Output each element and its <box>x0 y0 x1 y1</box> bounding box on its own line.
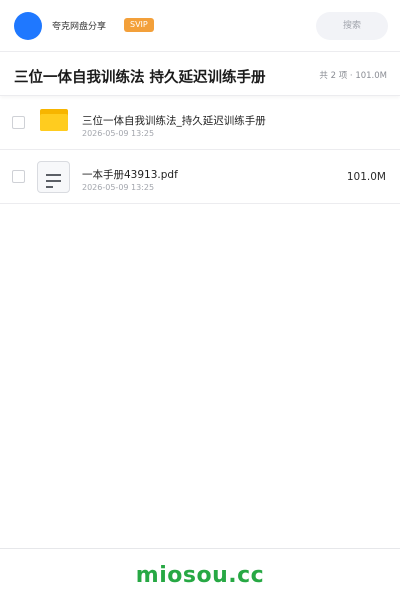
file-size: 101.0M <box>346 171 386 183</box>
top-header: 夸克网盘分享 SVIP 搜索 <box>0 0 400 52</box>
folder-icon <box>40 109 68 131</box>
file-date: 2026-05-09 13:25 <box>82 129 155 138</box>
svip-badge[interactable]: SVIP <box>124 18 154 32</box>
select-checkbox[interactable] <box>12 170 25 183</box>
file-row-folder[interactable]: 三位一体自我训练法_持久延迟训练手册 2026-05-09 13:25 <box>0 96 400 150</box>
file-row-pdf[interactable]: 一本手册43913.pdf 2026-05-09 13:25 101.0M <box>0 150 400 204</box>
file-summary: 共 2 项 · 101.0M <box>319 71 387 81</box>
app-logo-icon[interactable] <box>14 12 42 40</box>
search-input[interactable]: 搜索 <box>316 12 388 40</box>
file-date: 2026-05-09 13:25 <box>82 183 155 192</box>
share-title-bar: 三位一体自我训练法 持久延迟训练手册 共 2 项 · 101.0M <box>0 52 400 96</box>
footer-brand-logo[interactable]: miosou.cc <box>0 563 400 588</box>
document-icon <box>37 161 70 193</box>
file-name[interactable]: 一本手册43913.pdf <box>82 167 178 182</box>
footer: miosou.cc <box>0 548 400 600</box>
file-name[interactable]: 三位一体自我训练法_持久延迟训练手册 <box>82 113 266 128</box>
app-name[interactable]: 夸克网盘分享 <box>52 19 106 32</box>
select-checkbox[interactable] <box>12 116 25 129</box>
page-title: 三位一体自我训练法 持久延迟训练手册 <box>14 70 266 86</box>
